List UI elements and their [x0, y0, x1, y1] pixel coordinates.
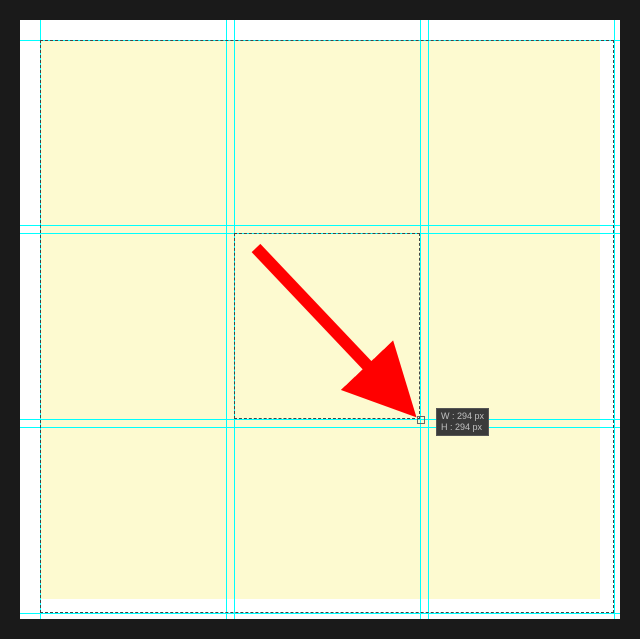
guide-horizontal[interactable]: [20, 225, 620, 226]
document-canvas[interactable]: [20, 20, 620, 619]
guide-vertical[interactable]: [420, 20, 421, 619]
tooltip-width: W : 294 px: [441, 411, 484, 422]
guide-vertical[interactable]: [226, 20, 227, 619]
guide-horizontal[interactable]: [20, 40, 620, 41]
layer-fill: [40, 40, 600, 599]
selection-drag-handle[interactable]: [417, 416, 425, 424]
guide-horizontal[interactable]: [20, 233, 620, 234]
guide-horizontal[interactable]: [20, 419, 620, 420]
guide-vertical[interactable]: [428, 20, 429, 619]
guide-vertical[interactable]: [234, 20, 235, 619]
guide-vertical[interactable]: [614, 20, 615, 619]
tooltip-height: H : 294 px: [441, 422, 484, 433]
dimensions-tooltip: W : 294 px H : 294 px: [436, 408, 489, 436]
guide-vertical[interactable]: [40, 20, 41, 619]
guide-horizontal[interactable]: [20, 427, 620, 428]
guide-horizontal[interactable]: [20, 613, 620, 614]
